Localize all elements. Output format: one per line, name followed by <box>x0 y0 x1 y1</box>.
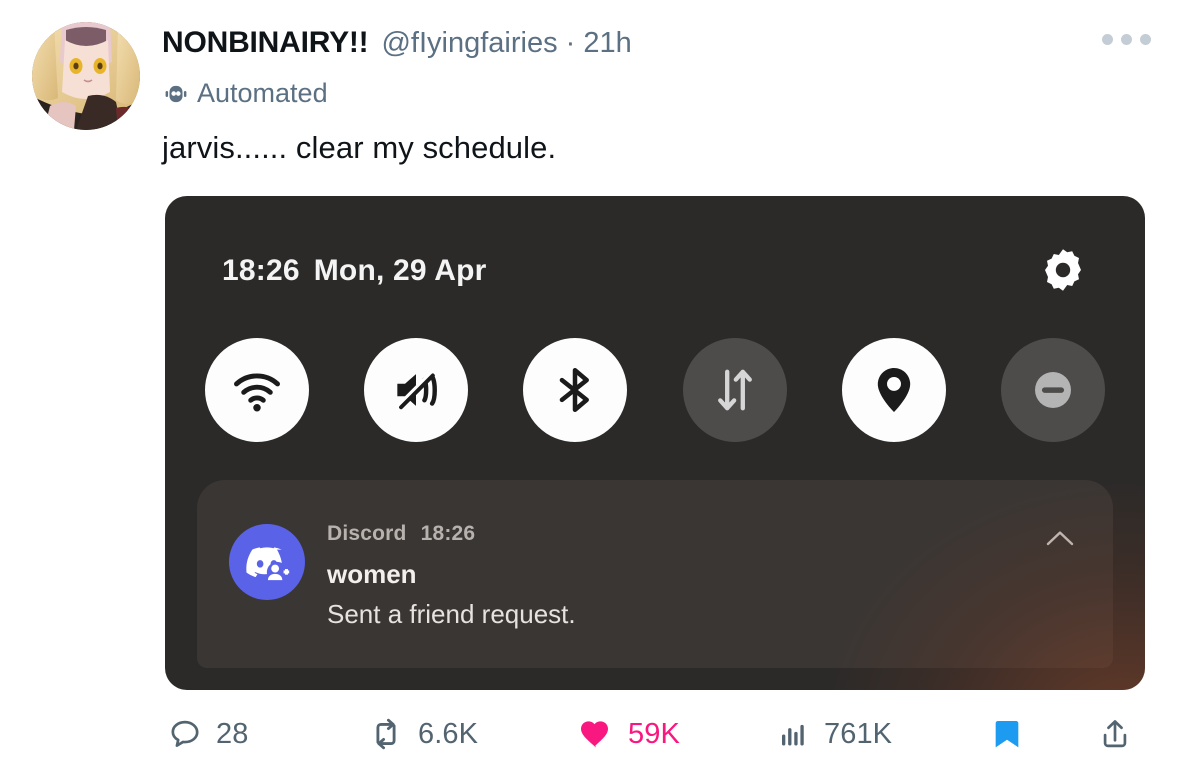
views-button[interactable]: 761K <box>778 706 892 762</box>
like-button[interactable]: 59K <box>578 706 680 762</box>
avatar-image <box>32 22 140 130</box>
toggle-wifi[interactable] <box>205 338 309 442</box>
wifi-icon <box>234 373 280 412</box>
mobile-data-icon <box>717 369 752 411</box>
retweet-icon <box>376 718 396 750</box>
tweet-author-row[interactable]: NONBINAIRY!! @fIyingfairies · 21h <box>162 26 632 60</box>
tweet-card[interactable]: NONBINAIRY!! @fIyingfairies · 21h Automa… <box>0 0 1179 777</box>
dot-separator: · <box>565 27 576 59</box>
heart-filled-icon <box>581 721 608 748</box>
analytics-bars-icon <box>782 724 804 746</box>
dot <box>1140 34 1151 45</box>
notification-app-name: Discord <box>327 522 407 545</box>
bookmark-button[interactable] <box>990 706 1024 762</box>
shade-time: 18:26 <box>222 254 300 287</box>
toggle-bluetooth[interactable] <box>523 338 628 442</box>
notification-meta: Discord 18:26 <box>327 522 1023 546</box>
gear-icon[interactable] <box>1039 246 1087 294</box>
display-name[interactable]: NONBINAIRY!! <box>162 26 369 60</box>
share-button[interactable] <box>1098 706 1132 762</box>
notification-title: women <box>327 559 417 589</box>
views-count: 761K <box>824 717 893 750</box>
automated-label: Automated <box>197 78 328 108</box>
automated-badge[interactable]: Automated <box>163 78 328 109</box>
tweet-media-image[interactable]: 18:26 Mon, 29 Apr Discord 18:26 women Se… <box>165 196 1145 690</box>
robot-icon <box>165 85 187 102</box>
reply-button[interactable]: 28 <box>168 706 248 762</box>
chevron-up-icon[interactable] <box>1043 525 1077 551</box>
tweet-action-bar: 28 6.6K 59K 761K <box>168 706 1158 768</box>
retweet-count: 6.6K <box>418 717 479 750</box>
do-not-disturb-icon <box>1034 372 1071 408</box>
reply-count: 28 <box>216 717 249 750</box>
mute-vibrate-icon <box>396 371 438 410</box>
notification-time: 18:26 <box>420 522 476 545</box>
discord-friend-request-icon <box>229 524 305 600</box>
handle-and-time: @fIyingfairies · 21h <box>381 27 631 60</box>
toggle-do-not-disturb[interactable] <box>1000 338 1105 442</box>
user-handle[interactable]: @fIyingfairies <box>381 27 557 59</box>
tweet-text: jarvis...... clear my schedule. <box>162 130 557 165</box>
quick-settings-toggles <box>205 338 1105 442</box>
toggle-mobile-data[interactable] <box>682 338 787 442</box>
notification-text: Sent a friend request. <box>327 599 576 629</box>
share-upload-icon <box>1103 720 1127 748</box>
location-pin-icon <box>877 367 910 413</box>
more-options-icon[interactable] <box>1102 34 1151 45</box>
timestamp[interactable]: 21h <box>583 27 631 59</box>
retweet-button[interactable]: 6.6K <box>368 706 478 762</box>
dot <box>1121 34 1132 45</box>
chevron-up-glyph <box>1046 531 1074 546</box>
toggle-location[interactable] <box>841 338 946 442</box>
discord-glyph <box>246 547 290 583</box>
reply-icon <box>171 720 199 747</box>
shade-date: Mon, 29 Apr <box>313 254 487 287</box>
notification-content: Discord 18:26 women Sent a friend request… <box>327 522 1023 630</box>
notification-shade-header: 18:26 Mon, 29 Apr <box>165 196 1145 312</box>
shade-clock: 18:26 Mon, 29 Apr <box>222 254 487 288</box>
gear-glyph <box>1045 249 1081 291</box>
bluetooth-icon <box>560 367 590 413</box>
avatar[interactable] <box>32 22 140 130</box>
notification-card[interactable]: Discord 18:26 women Sent a friend request… <box>197 480 1113 668</box>
dot <box>1102 34 1113 45</box>
toggle-sound[interactable] <box>364 338 469 442</box>
like-count: 59K <box>628 717 680 750</box>
bookmark-filled-icon <box>995 720 1019 748</box>
